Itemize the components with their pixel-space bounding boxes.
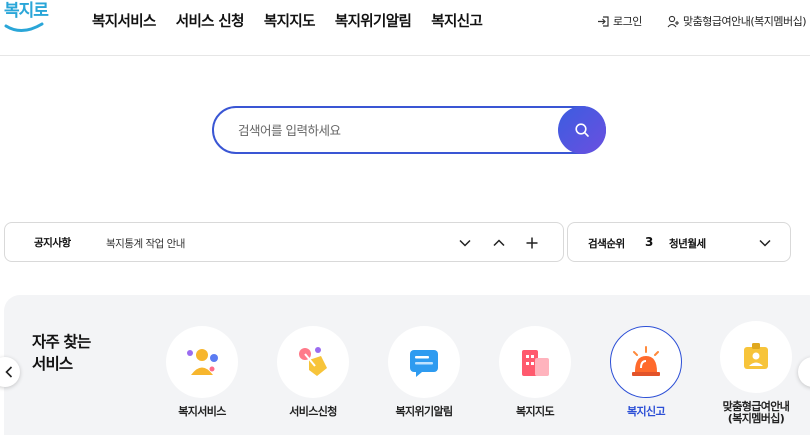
service-item-welfare-map[interactable]: 복지지도 [480, 326, 590, 418]
membership-guide-link[interactable]: 맞춤형급여안내(복지멤버십) [667, 13, 807, 29]
ranking-expand-button[interactable] [755, 233, 775, 253]
service-icon-circle [166, 326, 238, 398]
header: 복지로 복지서비스 서비스 신청 복지지도 복지위기알림 복지신고 로그인 맞춤… [0, 0, 810, 56]
notice-bar: 공지사항 복지통계 작업 안내 [4, 222, 564, 262]
message-icon [410, 350, 438, 377]
people-icon [187, 349, 218, 375]
service-label: 복지지도 [515, 405, 555, 418]
ranking-term[interactable]: 청년월세 [669, 236, 706, 251]
service-icon-circle [388, 326, 460, 398]
map-building-icon [522, 350, 549, 376]
service-label: 복지신고 [626, 405, 666, 418]
chevron-left-icon [5, 366, 13, 378]
nav-welfare-services[interactable]: 복지서비스 [92, 10, 156, 31]
service-label: 복지서비스 [178, 405, 226, 418]
search-ranking[interactable]: 검색순위 3 청년월세 [567, 222, 791, 262]
hand-pointer-icon [299, 347, 327, 376]
search-button[interactable] [558, 106, 606, 154]
notice-more-button[interactable] [522, 233, 542, 253]
search-box [212, 106, 606, 154]
logo-swoosh-icon [4, 22, 44, 32]
siren-icon [632, 346, 660, 376]
service-item-service-apply[interactable]: 서비스신청 [258, 326, 368, 418]
chevron-down-icon [459, 239, 471, 247]
main-nav: 복지서비스 서비스 신청 복지지도 복지위기알림 복지신고 [92, 10, 502, 31]
nav-welfare-report[interactable]: 복지신고 [431, 10, 483, 31]
chevron-up-icon [493, 239, 505, 247]
notice-prev-button[interactable] [489, 233, 509, 253]
service-item-welfare-report[interactable]: 복지신고 [591, 326, 701, 418]
login-link[interactable]: 로그인 [597, 13, 642, 29]
service-icon-circle [720, 321, 792, 393]
plus-icon [526, 237, 538, 249]
notice-label: 공지사항 [34, 237, 71, 249]
login-label: 로그인 [613, 15, 642, 28]
notice-text[interactable]: 복지통계 작업 안내 [106, 236, 185, 251]
ranking-number: 3 [645, 235, 654, 249]
membership-guide-label: 맞춤형급여안내(복지멤버십) [683, 15, 807, 28]
service-item-welfare-services[interactable]: 복지서비스 [147, 326, 257, 418]
nav-welfare-map[interactable]: 복지지도 [264, 10, 316, 31]
service-item-membership-guide[interactable]: 맞춤형급여안내 (복지멤버십) [701, 321, 810, 425]
id-card-icon [744, 343, 768, 369]
nav-crisis-alert[interactable]: 복지위기알림 [335, 10, 412, 31]
service-icon-circle [499, 326, 571, 398]
service-item-crisis-alert[interactable]: 복지위기알림 [369, 326, 479, 418]
search-icon [575, 123, 589, 137]
login-icon [598, 15, 609, 27]
search-input[interactable] [238, 108, 548, 152]
nav-service-apply[interactable]: 서비스 신청 [176, 10, 245, 31]
user-add-icon [667, 15, 679, 27]
service-label: 맞춤형급여안내 (복지멤버십) [722, 400, 790, 425]
chevron-down-icon [759, 239, 771, 247]
panel-title: 자주 찾는 서비스 [32, 333, 91, 373]
logo-text: 복지로 [4, 1, 49, 21]
logo[interactable]: 복지로 [4, 0, 49, 38]
service-label: 서비스신청 [289, 405, 337, 418]
service-label: 복지위기알림 [395, 405, 453, 418]
notice-next-button[interactable] [455, 233, 475, 253]
service-icon-circle [277, 326, 349, 398]
service-icon-circle [610, 326, 682, 398]
ranking-label: 검색순위 [588, 238, 625, 250]
